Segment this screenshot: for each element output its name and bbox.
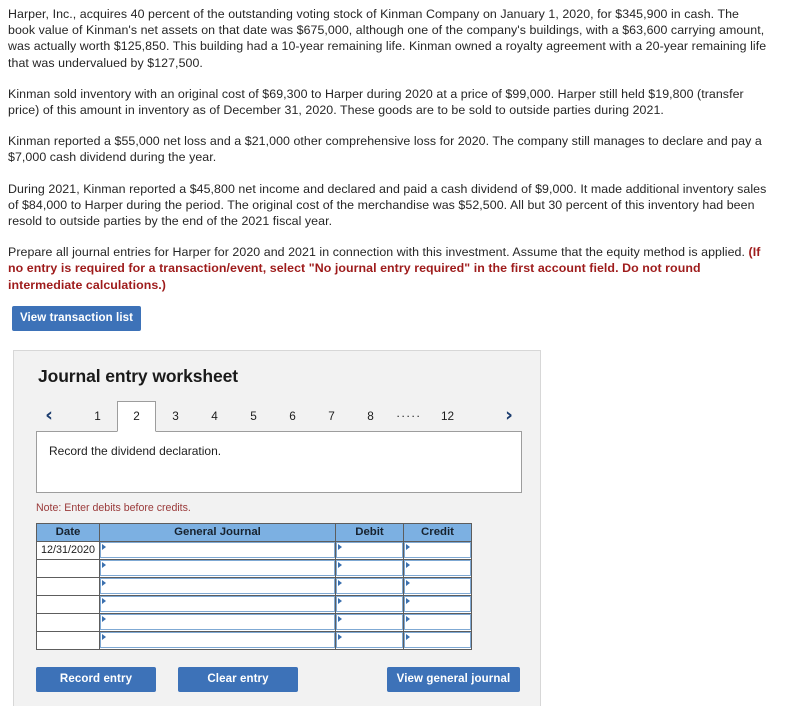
credit-cell: [403, 540, 472, 560]
debit-cell: [335, 612, 404, 632]
requirement-statement: Prepare all journal entries for Harper f…: [8, 244, 769, 293]
general-journal-input[interactable]: [100, 542, 335, 559]
column-header-debit: Debit: [335, 522, 404, 542]
debit-cell: [335, 594, 404, 614]
column-header-general-journal: General Journal: [99, 522, 336, 542]
pagination-tab-7[interactable]: 7: [312, 401, 351, 431]
pagination-tab-8[interactable]: 8: [351, 401, 390, 431]
table-row: [36, 612, 472, 632]
credit-input[interactable]: [404, 632, 471, 649]
requirement-plain-text: Prepare all journal entries for Harper f…: [8, 245, 746, 260]
credit-input[interactable]: [404, 560, 471, 577]
general-journal-cell: [99, 594, 336, 614]
general-journal-input[interactable]: [100, 596, 335, 613]
pagination-tab-6[interactable]: 6: [273, 401, 312, 431]
date-cell: [36, 612, 100, 632]
worksheet-pagination: ‹ 1 2 3 4 5 6 7 8 ..... 12 ›: [14, 400, 540, 432]
credit-cell: [403, 594, 472, 614]
narrative-paragraph-2: Kinman sold inventory with an original c…: [8, 86, 744, 118]
transaction-prompt-box: Record the dividend declaration.: [36, 430, 522, 493]
general-journal-cell: [99, 612, 336, 632]
table-row: [36, 558, 472, 578]
worksheet-footer: Record entry Clear entry View general jo…: [14, 666, 540, 693]
chevron-left-icon[interactable]: ‹: [36, 401, 62, 431]
general-journal-input[interactable]: [100, 560, 335, 577]
debit-input[interactable]: [336, 596, 403, 613]
pagination-tab-4[interactable]: 4: [195, 401, 234, 431]
journal-entry-worksheet-panel: Journal entry worksheet ‹ 1 2 3 4 5 6 7 …: [13, 349, 541, 706]
credit-input[interactable]: [404, 596, 471, 613]
debit-cell: [335, 540, 404, 560]
date-cell: [36, 558, 100, 578]
pagination-tab-2[interactable]: 2: [117, 400, 156, 432]
debit-cell: [335, 576, 404, 596]
debit-cell: [335, 558, 404, 578]
pagination-tab-1[interactable]: 1: [78, 401, 117, 431]
date-cell: [36, 594, 100, 614]
narrative-paragraph-1: Harper, Inc., acquires 40 percent of the…: [8, 7, 767, 70]
credit-cell: [403, 630, 472, 650]
credit-cell: [403, 612, 472, 632]
table-row: [36, 630, 472, 650]
record-entry-button[interactable]: Record entry: [36, 666, 156, 692]
chevron-right-icon[interactable]: ›: [496, 401, 522, 431]
table-header-row: Date General Journal Debit Credit: [36, 522, 472, 542]
debit-cell: [335, 630, 404, 650]
table-row: 12/31/2020: [36, 540, 472, 560]
general-journal-input[interactable]: [100, 632, 335, 649]
table-row: [36, 576, 472, 596]
general-journal-cell: [99, 558, 336, 578]
narrative-paragraph-3: Kinman reported a $55,000 net loss and a…: [8, 134, 762, 165]
pagination-ellipsis: .....: [396, 406, 422, 421]
journal-entry-table: Date General Journal Debit Credit 12/31/…: [36, 522, 472, 650]
view-general-journal-button[interactable]: View general journal: [387, 666, 520, 692]
general-journal-cell: [99, 576, 336, 596]
problem-narrative: Harper, Inc., acquires 40 percent of the…: [0, 0, 807, 293]
column-header-credit: Credit: [403, 522, 472, 542]
credit-cell: [403, 576, 472, 596]
date-cell: [36, 630, 100, 650]
clear-entry-button[interactable]: Clear entry: [178, 666, 298, 692]
debit-input[interactable]: [336, 632, 403, 649]
narrative-paragraph-4: During 2021, Kinman reported a $45,800 n…: [8, 181, 767, 229]
credit-input[interactable]: [404, 542, 471, 559]
transaction-prompt-text: Record the dividend declaration.: [49, 443, 222, 458]
debit-input[interactable]: [336, 560, 403, 577]
credit-input[interactable]: [404, 614, 471, 631]
general-journal-cell: [99, 630, 336, 650]
general-journal-input[interactable]: [100, 614, 335, 631]
pagination-tab-12[interactable]: 12: [428, 401, 467, 431]
debit-input[interactable]: [336, 614, 403, 631]
pagination-tab-5[interactable]: 5: [234, 401, 273, 431]
pagination-tabs: 1 2 3 4 5 6 7 8 ..... 12: [78, 400, 467, 432]
debit-input[interactable]: [336, 578, 403, 595]
general-journal-cell: [99, 540, 336, 560]
credit-cell: [403, 558, 472, 578]
view-transaction-list-button[interactable]: View transaction list: [12, 305, 141, 331]
debit-input[interactable]: [336, 542, 403, 559]
date-cell: [36, 576, 100, 596]
debits-before-credits-note: Note: Enter debits before credits.: [36, 501, 191, 514]
pagination-tab-3[interactable]: 3: [156, 401, 195, 431]
date-cell: 12/31/2020: [36, 540, 100, 560]
column-header-date: Date: [36, 522, 100, 542]
worksheet-title: Journal entry worksheet: [38, 365, 238, 386]
credit-input[interactable]: [404, 578, 471, 595]
table-row: [36, 594, 472, 614]
general-journal-input[interactable]: [100, 578, 335, 595]
